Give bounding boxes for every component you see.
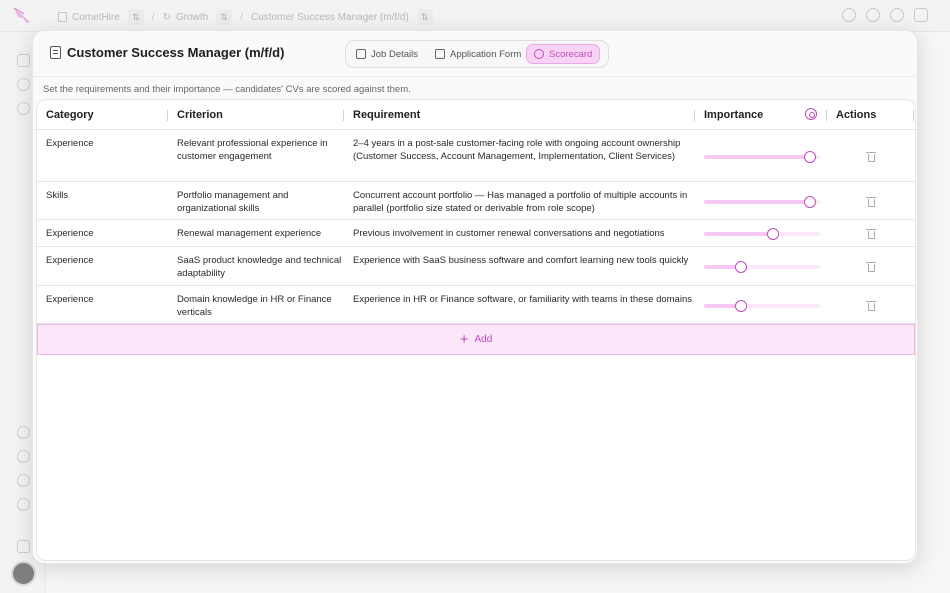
job-modal: Customer Success Manager (m/f/d) Job Det… bbox=[32, 30, 918, 564]
criterion-cell[interactable]: Domain knowledge in HR or Finance vertic… bbox=[177, 293, 342, 320]
message-icon[interactable] bbox=[17, 474, 30, 487]
plus-icon: + bbox=[459, 330, 469, 348]
category-cell[interactable]: Skills bbox=[46, 189, 166, 202]
column-resize-handle[interactable] bbox=[167, 110, 168, 121]
switch-team-icon[interactable]: ⇅ bbox=[216, 9, 233, 25]
column-resize-handle[interactable] bbox=[343, 110, 344, 121]
importance-slider-thumb[interactable] bbox=[804, 151, 816, 163]
sidebar-toggle-icon[interactable] bbox=[17, 540, 30, 553]
header-criterion: Criterion bbox=[177, 109, 223, 121]
table-header: Category Criterion Requirement Importanc… bbox=[37, 100, 915, 130]
importance-slider-fill bbox=[704, 155, 810, 159]
header-importance: Importance bbox=[704, 109, 764, 121]
scorecard-description: Set the requirements and their importanc… bbox=[43, 84, 411, 95]
header-actions: Actions bbox=[836, 109, 877, 121]
requirement-cell[interactable]: 2–4 years in a post-sale customer-facing… bbox=[353, 137, 693, 164]
header-requirement: Requirement bbox=[353, 109, 421, 121]
breadcrumb-separator: / bbox=[240, 11, 243, 23]
breadcrumb-job[interactable]: Customer Success Manager (m/f/d) bbox=[251, 12, 409, 23]
building-icon bbox=[58, 12, 67, 22]
delete-row-icon[interactable] bbox=[866, 300, 876, 311]
briefcase-icon bbox=[356, 49, 366, 59]
table-row: Experience Domain knowledge in HR or Fina… bbox=[37, 286, 915, 324]
breadcrumb-separator: / bbox=[151, 11, 155, 23]
breadcrumb-team[interactable]: ↻ Growth bbox=[163, 12, 209, 23]
category-cell[interactable]: Experience bbox=[46, 137, 166, 150]
delete-row-icon[interactable] bbox=[866, 196, 876, 207]
tab-job-details[interactable]: Job Details bbox=[349, 44, 425, 64]
settings-icon[interactable] bbox=[17, 102, 30, 115]
importance-slider-thumb[interactable] bbox=[804, 196, 816, 208]
criterion-cell[interactable]: SaaS product knowledge and technical ada… bbox=[177, 254, 342, 281]
requirement-cell[interactable]: Previous involvement in customer renewal… bbox=[353, 227, 693, 240]
category-cell[interactable]: Experience bbox=[46, 254, 166, 267]
info-icon[interactable] bbox=[17, 498, 30, 511]
help-chat-icon[interactable] bbox=[17, 426, 30, 439]
importance-slider[interactable] bbox=[704, 151, 820, 163]
refresh-icon: ↻ bbox=[162, 11, 171, 23]
hand-icon[interactable] bbox=[842, 8, 856, 22]
requirement-cell[interactable]: Experience in HR or Finance software, or… bbox=[353, 293, 693, 306]
delete-row-icon[interactable] bbox=[866, 151, 876, 162]
home-icon[interactable] bbox=[17, 78, 30, 91]
importance-slider-thumb[interactable] bbox=[735, 261, 747, 273]
criterion-cell[interactable]: Portfolio management and organizational … bbox=[177, 189, 342, 216]
tab-bar: Job Details Application Form Scorecard bbox=[345, 40, 609, 68]
delete-row-icon[interactable] bbox=[866, 228, 876, 239]
breadcrumb-workspace[interactable]: CometHire bbox=[58, 12, 120, 23]
clipboard-icon bbox=[435, 49, 445, 59]
importance-slider-thumb[interactable] bbox=[767, 228, 779, 240]
delete-row-icon[interactable] bbox=[866, 261, 876, 272]
importance-slider[interactable] bbox=[704, 228, 820, 240]
category-cell[interactable]: Experience bbox=[46, 227, 166, 240]
tab-application-form[interactable]: Application Form bbox=[428, 44, 528, 64]
category-cell[interactable]: Experience bbox=[46, 293, 166, 306]
column-resize-handle[interactable] bbox=[826, 110, 827, 121]
add-criterion-button[interactable]: + Add bbox=[37, 324, 915, 355]
modal-title-wrap: Customer Success Manager (m/f/d) bbox=[50, 45, 284, 60]
criterion-cell[interactable]: Relevant professional experience in cust… bbox=[177, 137, 342, 164]
tab-scorecard[interactable]: Scorecard bbox=[526, 44, 601, 64]
importance-slider[interactable] bbox=[704, 300, 820, 312]
importance-slider-fill bbox=[704, 232, 773, 236]
table-row: Experience Renewal management experience P… bbox=[37, 220, 915, 247]
top-icons bbox=[842, 8, 928, 22]
modal-title: Customer Success Manager (m/f/d) bbox=[67, 45, 285, 60]
requirement-cell[interactable]: Experience with SaaS business software a… bbox=[353, 254, 693, 267]
top-bar: CometHire ⇅ / ↻ Growth ⇅ / Customer Succ… bbox=[0, 0, 950, 32]
inbox-icon[interactable] bbox=[17, 54, 30, 67]
target-icon[interactable] bbox=[805, 108, 817, 120]
avatar[interactable] bbox=[11, 561, 36, 586]
chevron-down-icon[interactable] bbox=[914, 8, 928, 22]
importance-slider-fill bbox=[704, 200, 810, 204]
app-logo-icon[interactable] bbox=[12, 6, 34, 26]
requirement-cell[interactable]: Concurrent account portfolio — Has manag… bbox=[353, 189, 693, 216]
header-category: Category bbox=[46, 109, 94, 121]
check-icon[interactable] bbox=[17, 450, 30, 463]
scorecard-table: Category Criterion Requirement Importanc… bbox=[36, 99, 916, 561]
check-circle-icon bbox=[534, 49, 544, 59]
importance-slider-thumb[interactable] bbox=[735, 300, 747, 312]
column-resize-handle[interactable] bbox=[913, 110, 914, 121]
column-resize-handle[interactable] bbox=[694, 110, 695, 121]
criterion-cell[interactable]: Renewal management experience bbox=[177, 227, 342, 240]
table-row: Experience Relevant professional experien… bbox=[37, 130, 915, 182]
table-row: Experience SaaS product knowledge and tec… bbox=[37, 247, 915, 286]
compass-icon[interactable] bbox=[866, 8, 880, 22]
switch-workspace-icon[interactable]: ⇅ bbox=[127, 9, 144, 25]
importance-slider[interactable] bbox=[704, 196, 820, 208]
switch-job-icon[interactable]: ⇅ bbox=[416, 9, 433, 25]
eye-icon[interactable] bbox=[890, 8, 904, 22]
importance-slider[interactable] bbox=[704, 261, 820, 273]
breadcrumb: CometHire ⇅ / ↻ Growth ⇅ / Customer Succ… bbox=[58, 9, 433, 25]
table-row: Skills Portfolio management and organizat… bbox=[37, 182, 915, 220]
document-icon bbox=[50, 46, 61, 59]
modal-header: Customer Success Manager (m/f/d) Job Det… bbox=[33, 31, 917, 77]
